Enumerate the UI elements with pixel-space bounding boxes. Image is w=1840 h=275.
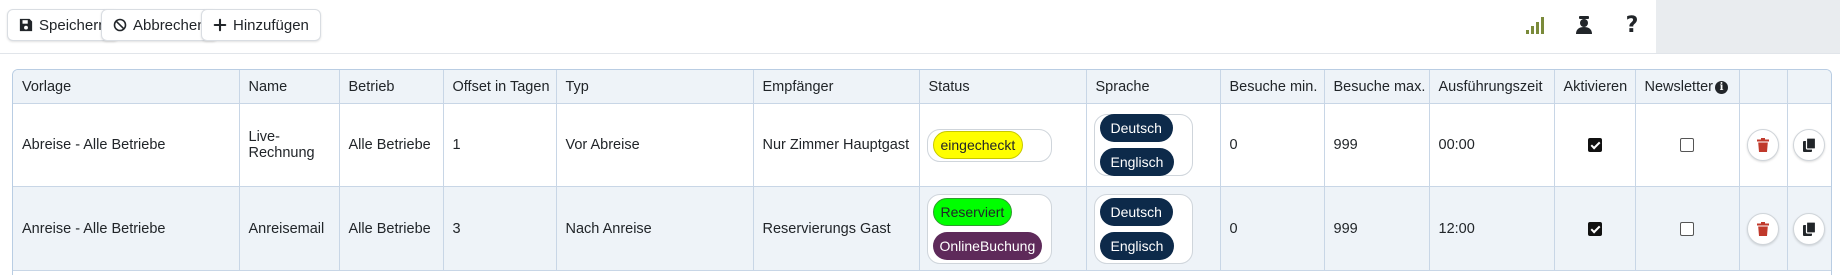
header-typ[interactable]: Typ	[556, 70, 754, 104]
delete-button[interactable]	[1747, 212, 1779, 245]
cell-sprache: Deutsch Englisch	[1086, 186, 1221, 271]
newsletter-header-label: Newsletter	[1644, 78, 1714, 95]
cell-delete	[1739, 186, 1788, 271]
header-empfaenger[interactable]: Empfänger	[753, 70, 920, 104]
copy-button[interactable]	[1793, 212, 1826, 245]
cell-empfaenger: Reservierungs Gast	[753, 186, 920, 271]
cell-besuche-max: 999	[1324, 186, 1430, 271]
cell-besuche-max: 999	[1324, 103, 1430, 187]
header-offset[interactable]: Offset in Tagen	[443, 70, 557, 104]
cell-offset: 1	[443, 103, 557, 187]
header-status[interactable]: Status	[919, 70, 1087, 104]
cell-newsletter	[1635, 103, 1740, 187]
status-badge: OnlineBuchung	[932, 231, 1043, 260]
cell-aktivieren	[1554, 103, 1636, 187]
toolbar-right-area	[1656, 0, 1840, 54]
delete-button[interactable]	[1747, 129, 1779, 161]
templates-table: Vorlage Name Betrieb Offset in Tagen Typ…	[12, 69, 1832, 275]
cell-betrieb: Alle Betriebe	[339, 186, 444, 271]
header-delete-col	[1739, 70, 1788, 104]
copy-button[interactable]	[1793, 129, 1826, 161]
floppy-disk-icon	[19, 18, 33, 32]
cancel-label: Abbrechen	[133, 16, 206, 34]
toolbar: Speichern Abbrechen Hinzufügen ?	[0, 0, 1840, 54]
cell-delete	[1739, 103, 1788, 187]
header-newsletter[interactable]: Newsletter i	[1635, 70, 1740, 104]
copy-icon	[1802, 138, 1816, 152]
language-badge: Deutsch	[1099, 114, 1173, 142]
header-copy-col	[1787, 70, 1831, 104]
cell-newsletter	[1635, 186, 1740, 271]
header-ausfuehrungszeit[interactable]: Ausführungszeit	[1429, 70, 1555, 104]
header-name[interactable]: Name	[239, 70, 340, 104]
status-badge: Reserviert	[932, 197, 1013, 226]
language-select[interactable]: Deutsch Englisch	[1093, 114, 1193, 176]
cell-status: Reserviert OnlineBuchung	[919, 186, 1087, 271]
cell-besuche-min: 0	[1220, 186, 1325, 271]
signal-icon[interactable]	[1523, 12, 1549, 38]
user-icon[interactable]	[1571, 12, 1597, 38]
language-select[interactable]: Deutsch Englisch	[1093, 193, 1193, 264]
add-label: Hinzufügen	[233, 16, 309, 34]
language-badge: Englisch	[1099, 148, 1175, 176]
trash-icon	[1757, 221, 1769, 236]
cell-betrieb: Alle Betriebe	[339, 103, 444, 187]
cell-ausfuehrungszeit: 00:00	[1429, 103, 1555, 187]
cell-offset: 3	[443, 186, 557, 271]
cell-status: eingecheckt	[919, 103, 1087, 187]
copy-icon	[1802, 221, 1816, 236]
cell-aktivieren	[1554, 186, 1636, 271]
newsletter-checkbox[interactable]	[1680, 221, 1694, 236]
cell-typ: Vor Abreise	[556, 103, 754, 187]
ban-icon	[113, 18, 127, 32]
header-sprache[interactable]: Sprache	[1086, 70, 1221, 104]
status-select[interactable]: eingecheckt	[926, 128, 1052, 162]
cell-name: Live-Rechnung	[239, 103, 340, 187]
language-badge: Englisch	[1099, 231, 1175, 260]
header-vorlage[interactable]: Vorlage	[13, 70, 240, 104]
cell-typ: Nach Anreise	[556, 186, 754, 271]
newsletter-checkbox[interactable]	[1680, 138, 1694, 153]
table-row[interactable]: Anreise - Alle Betriebe Anreisemail Alle…	[13, 186, 1831, 271]
cell-vorlage: Anreise - Alle Betriebe	[13, 186, 240, 271]
plus-icon	[213, 18, 227, 32]
language-badge: Deutsch	[1099, 197, 1173, 226]
status-badge: eingecheckt	[932, 131, 1024, 159]
table-row[interactable]: Abreise - Alle Betriebe Live-Rechnung Al…	[13, 103, 1831, 187]
header-aktivieren[interactable]: Aktivieren	[1554, 70, 1636, 104]
toolbar-divider	[0, 53, 1840, 54]
status-select[interactable]: Reserviert OnlineBuchung	[926, 193, 1052, 264]
cell-vorlage: Abreise - Alle Betriebe	[13, 103, 240, 187]
header-besuche-min[interactable]: Besuche min.	[1220, 70, 1325, 104]
aktivieren-checkbox[interactable]	[1587, 138, 1602, 153]
cell-empfaenger: Nur Zimmer Hauptgast	[753, 103, 920, 187]
add-button[interactable]: Hinzufügen	[201, 9, 321, 41]
cell-copy	[1787, 103, 1831, 187]
save-label: Speichern	[39, 16, 107, 34]
cell-copy	[1787, 186, 1831, 271]
cell-name: Anreisemail	[239, 186, 340, 271]
cell-besuche-min: 0	[1220, 103, 1325, 187]
info-icon[interactable]: i	[1715, 80, 1728, 94]
aktivieren-checkbox[interactable]	[1587, 221, 1602, 236]
help-icon[interactable]: ?	[1619, 12, 1645, 38]
cell-sprache: Deutsch Englisch	[1086, 103, 1221, 187]
header-besuche-max[interactable]: Besuche max.	[1324, 70, 1430, 104]
header-betrieb[interactable]: Betrieb	[339, 70, 444, 104]
trash-icon	[1757, 138, 1769, 152]
table-header-row: Vorlage Name Betrieb Offset in Tagen Typ…	[13, 70, 1831, 104]
cell-ausfuehrungszeit: 12:00	[1429, 186, 1555, 271]
